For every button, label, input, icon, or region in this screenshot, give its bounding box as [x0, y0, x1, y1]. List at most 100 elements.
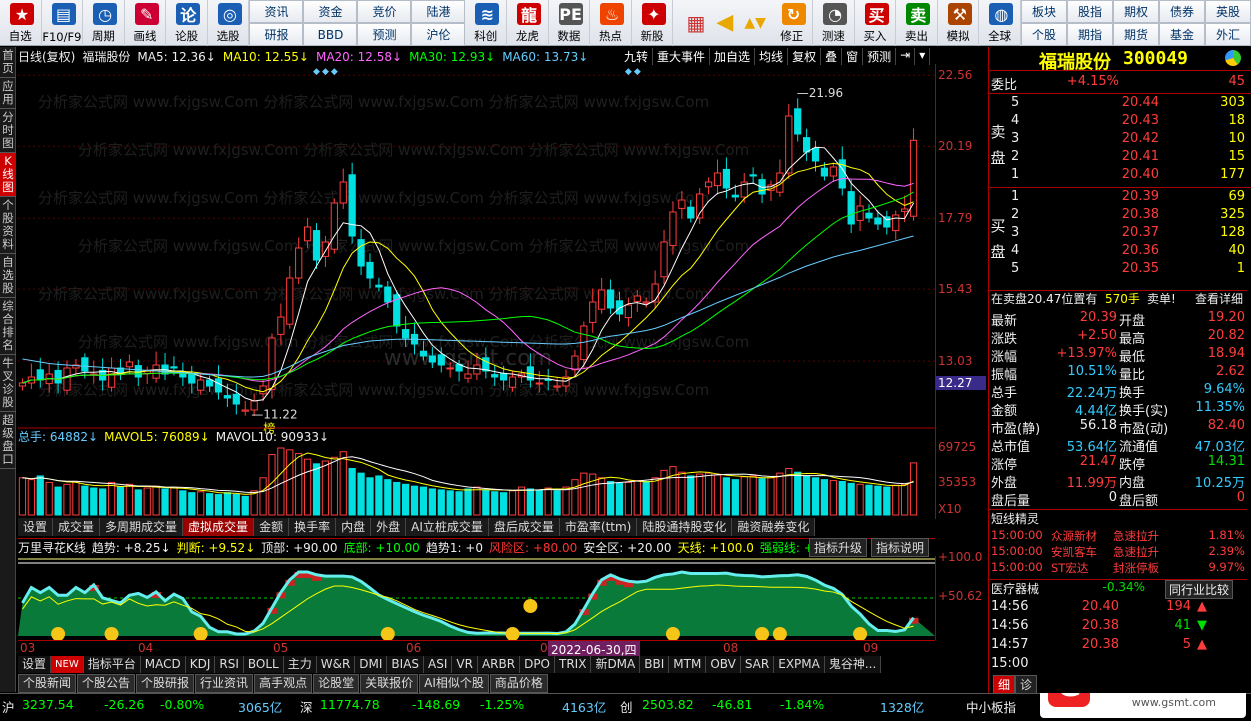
indicator-button[interactable]: 指标升级: [809, 538, 868, 557]
indicator-tab[interactable]: DPO: [520, 656, 555, 673]
news-tab[interactable]: 高手观点: [254, 674, 313, 693]
indicator-tab[interactable]: BOLL: [244, 656, 284, 673]
left-tab[interactable]: 综合排名: [0, 298, 16, 355]
toolbar-market-button[interactable]: 股指: [1066, 0, 1113, 23]
toolbar-discuss-button[interactable]: 论论股: [166, 0, 208, 46]
volume-subtab[interactable]: 换手率: [289, 518, 337, 536]
toolbar-grid-button[interactable]: 资讯: [249, 0, 304, 23]
indicator-tab[interactable]: MTM: [669, 656, 707, 673]
grid-icon[interactable]: ▦: [686, 11, 705, 35]
indicator-tab[interactable]: BBI: [640, 656, 670, 673]
volume-subtab[interactable]: 金额: [254, 518, 290, 536]
toolbar-globe-button[interactable]: ◍ 全球: [979, 0, 1021, 46]
toolbar-speed-button[interactable]: ◔ 测速: [813, 0, 855, 46]
event-marker-icon[interactable]: ◆: [625, 67, 632, 77]
left-tab[interactable]: 首页: [0, 47, 16, 78]
toolbar-market-button[interactable]: 期货: [1112, 23, 1159, 46]
left-tab[interactable]: K线图: [0, 153, 16, 197]
expand-icon[interactable]: ⇥: [896, 48, 916, 65]
indicator-tab[interactable]: ARBR: [478, 656, 521, 673]
toolbar-market-button[interactable]: 英股: [1204, 0, 1251, 23]
indicator-tab[interactable]: MACD: [141, 656, 186, 673]
back-arrow-icon[interactable]: ◀: [716, 10, 733, 35]
indicator-tab[interactable]: BIAS: [387, 656, 425, 673]
toolbar-dragon-button[interactable]: 龍龙虎: [507, 0, 549, 46]
chart-tool-button[interactable]: 复权: [788, 48, 822, 65]
chart-tool-button[interactable]: 均线: [755, 48, 789, 65]
news-tab[interactable]: AI相似个股: [419, 674, 489, 693]
news-tab[interactable]: 行业资讯: [195, 674, 254, 693]
chart-tool-button[interactable]: 预测: [863, 48, 897, 65]
left-tab[interactable]: 应用: [0, 78, 16, 109]
signal-stock[interactable]: ST宏达: [1051, 560, 1088, 576]
news-tab[interactable]: 商品价格: [489, 674, 548, 693]
indicator-tab[interactable]: VR: [452, 656, 478, 673]
volume-subtab[interactable]: 盘后成交量: [489, 518, 560, 536]
chart-tool-button[interactable]: 加自选: [710, 48, 756, 65]
chart-pie-icon[interactable]: [1225, 50, 1241, 66]
updown-icon[interactable]: ▲▼: [744, 16, 766, 30]
indicator-tab[interactable]: DMI: [355, 656, 388, 673]
event-marker-icon[interactable]: ◆: [313, 67, 320, 77]
volume-subtab[interactable]: 设置: [18, 518, 54, 536]
chart-tool-button[interactable]: 叠: [821, 48, 843, 65]
toolbar-newstock-button[interactable]: ✦ 新股: [632, 0, 674, 46]
news-tab[interactable]: 关联报价: [360, 674, 419, 693]
volume-subtab[interactable]: 陆股通持股变化: [637, 518, 733, 536]
toolbar-star-button[interactable]: ★ 自选: [0, 0, 42, 46]
toolbar-hot-button[interactable]: ♨ 热点: [590, 0, 632, 46]
quote-tab[interactable]: 诊: [1015, 675, 1038, 694]
toolbar-hammer-button[interactable]: ⚒ 模拟: [938, 0, 980, 46]
left-tab[interactable]: 超级盘口: [0, 412, 16, 469]
toolbar-market-button[interactable]: 板块: [1020, 0, 1067, 23]
news-tab[interactable]: 论股堂: [313, 674, 360, 693]
toolbar-select-button[interactable]: ◎ 选股: [208, 0, 250, 46]
signal-stock[interactable]: 安凯客车: [1051, 544, 1097, 560]
indicator-tab[interactable]: RSI: [215, 656, 244, 673]
dropdown-icon[interactable]: ▾: [915, 48, 931, 65]
toolbar-pe-button[interactable]: PE 数据: [549, 0, 591, 46]
toolbar-market-button[interactable]: 期权: [1112, 0, 1159, 23]
toolbar-grid-button[interactable]: 资金: [303, 0, 358, 23]
volume-subtab[interactable]: 虚拟成交量: [183, 518, 255, 536]
toolbar-grid-button[interactable]: BBD: [303, 23, 358, 46]
industry-compare-button[interactable]: 同行业比较: [1165, 580, 1234, 599]
indicator-tab[interactable]: 主力: [284, 656, 317, 673]
volume-subtab[interactable]: 内盘: [336, 518, 372, 536]
indicator-tab[interactable]: 鬼谷神...: [825, 656, 882, 673]
event-marker-icon[interactable]: ◆: [331, 67, 338, 77]
indicator-tab[interactable]: ASI: [424, 656, 453, 673]
left-tab[interactable]: 牛叉诊股: [0, 355, 16, 412]
toolbar-market-button[interactable]: 债券: [1158, 0, 1205, 23]
news-tab[interactable]: 个股公告: [77, 674, 136, 693]
toolbar-buy-button[interactable]: 买买入: [855, 0, 897, 46]
toolbar-market-button[interactable]: 外汇: [1204, 23, 1251, 46]
price-chart[interactable]: www.gsmt.com分析家公式网 www.fxjgsw.Com 分析家公式网…: [18, 64, 935, 519]
volume-subtab[interactable]: AI立桩成交量: [406, 518, 489, 536]
volume-subtab[interactable]: 市盈率(ttm): [560, 518, 638, 536]
indicator-tab[interactable]: EXPMA: [774, 656, 825, 673]
indicator-tab[interactable]: 设置: [18, 656, 52, 673]
chart-tool-button[interactable]: 窗: [842, 48, 864, 65]
indicator-tab[interactable]: 指标平台: [84, 656, 141, 673]
toolbar-clock-button[interactable]: ◷ 周期: [83, 0, 125, 46]
left-tab[interactable]: 个股资料: [0, 197, 16, 254]
volume-subtab[interactable]: 成交量: [53, 518, 101, 536]
toolbar-grid-button[interactable]: 沪伦: [411, 23, 466, 46]
indicator-tab[interactable]: KDJ: [186, 656, 216, 673]
toolbar-grid-button[interactable]: 陆港: [411, 0, 466, 23]
toolbar-pen-button[interactable]: ✎ 画线: [125, 0, 167, 46]
left-tab[interactable]: 分时图: [0, 109, 16, 153]
indicator-tab[interactable]: TRIX: [555, 656, 592, 673]
toolbar-sell-button[interactable]: 卖卖出: [896, 0, 938, 46]
indicator-tab[interactable]: OBV: [706, 656, 741, 673]
chart-tool-button[interactable]: 重大事件: [653, 48, 711, 65]
indicator-tab[interactable]: 新DMA: [591, 656, 641, 673]
toolbar-up-arrow-button[interactable]: ↻ 修正: [772, 0, 814, 46]
indicator-button[interactable]: 指标说明: [871, 538, 930, 557]
signal-stock[interactable]: 众源新材: [1051, 528, 1097, 544]
indicator-tab[interactable]: SAR: [741, 656, 775, 673]
chart-tool-button[interactable]: 九转: [620, 48, 654, 65]
view-detail-link[interactable]: 查看详细: [1195, 291, 1243, 308]
volume-subtab[interactable]: 多周期成交量: [100, 518, 184, 536]
